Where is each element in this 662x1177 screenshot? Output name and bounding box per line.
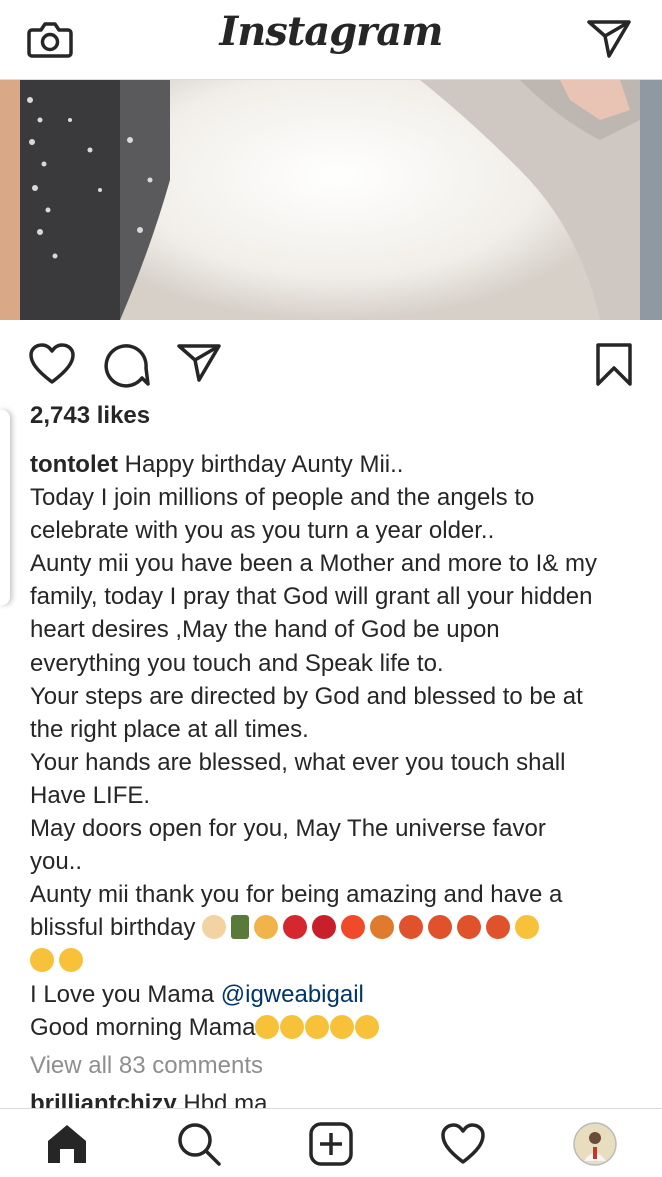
dancer-emoji-icon [428, 915, 453, 940]
comment-icon[interactable] [102, 342, 150, 388]
caption-line: you.. [30, 848, 83, 876]
comment-text: Hbd ma [183, 1090, 268, 1108]
instagram-logo: Instagram [219, 8, 444, 55]
edge-shadow [0, 410, 10, 605]
view-all-comments-link[interactable]: View all 83 comments [30, 1052, 263, 1080]
rose-emoji-icon [312, 915, 337, 940]
search-icon[interactable] [176, 1121, 222, 1167]
likes-count[interactable]: 2,743 likes [30, 402, 150, 430]
caption-line: Today I join millions of people and the … [30, 484, 535, 512]
smiling-hearts-emoji-icon [305, 1014, 330, 1039]
caption-line: celebrate with you as you turn a year ol… [30, 517, 495, 545]
smiling-hearts-emoji-icon [30, 948, 54, 973]
paper-plane-icon[interactable] [585, 18, 633, 60]
caption-line: Aunty mii you have been a Mother and mor… [30, 550, 597, 578]
paper-plane-icon[interactable] [176, 342, 222, 384]
red-heart-emoji-icon [283, 915, 308, 940]
smiling-hearts-emoji-icon [59, 948, 83, 973]
post-photo-image [0, 80, 662, 320]
caption-line: the right place at all times. [30, 715, 309, 743]
post-photo[interactable] [0, 80, 662, 320]
love-text: I Love you Mama [30, 980, 215, 1008]
mention-link[interactable]: @igweabigail [221, 981, 364, 1008]
top-bar: Instagram [0, 0, 662, 80]
morning-text: Good morning Mama [30, 1013, 256, 1041]
heart-outline-icon[interactable] [28, 342, 76, 386]
activity-heart-icon[interactable] [440, 1121, 486, 1167]
smiling-hearts-emoji-icon [355, 1014, 380, 1039]
dancer-emoji-icon [457, 915, 482, 940]
post-caption: tontolet Happy birthday Aunty Mii.. Toda… [30, 448, 640, 1044]
bookmark-icon[interactable] [594, 342, 634, 388]
smiling-hearts-emoji-icon [280, 1014, 305, 1039]
post-actions [0, 320, 662, 410]
comment-preview: brilliantchizy Hbd ma [30, 1090, 267, 1108]
caption-line: blissful birthday [30, 914, 196, 942]
caption-line: Aunty mii thank you for being amazing an… [30, 881, 563, 909]
caption-line: family, today I pray that God will grant… [30, 583, 593, 611]
avatar[interactable] [572, 1121, 618, 1167]
home-icon[interactable] [44, 1121, 90, 1167]
dancer-emoji-icon [370, 915, 395, 940]
caption-line: Happy birthday Aunty Mii.. [124, 451, 404, 478]
caption-line: heart desires ,May the hand of God be up… [30, 616, 500, 644]
party-popper-emoji-icon [254, 915, 279, 940]
caption-line: Your steps are directed by God and bless… [30, 682, 583, 710]
caption-line: May doors open for you, May The universe… [30, 815, 546, 843]
dancer-emoji-icon [486, 915, 511, 940]
smiling-hearts-emoji-icon [330, 1014, 355, 1039]
caption-line: Your hands are blessed, what ever you to… [30, 748, 566, 776]
dancer-emoji-icon [399, 915, 424, 940]
bottom-nav [0, 1108, 662, 1177]
cake-emoji-icon [202, 915, 227, 940]
add-post-icon[interactable] [308, 1121, 354, 1167]
caption-line: Have LIFE. [30, 781, 151, 809]
balloon-emoji-icon [341, 915, 366, 940]
caption-username[interactable]: tontolet [30, 451, 118, 478]
comment-username[interactable]: brilliantchizy [30, 1090, 177, 1108]
smiling-hearts-emoji-icon [255, 1014, 280, 1039]
caption-line: everything you touch and Speak life to. [30, 649, 444, 677]
smiling-hearts-emoji-icon [515, 915, 540, 940]
champagne-emoji-icon [231, 915, 250, 940]
